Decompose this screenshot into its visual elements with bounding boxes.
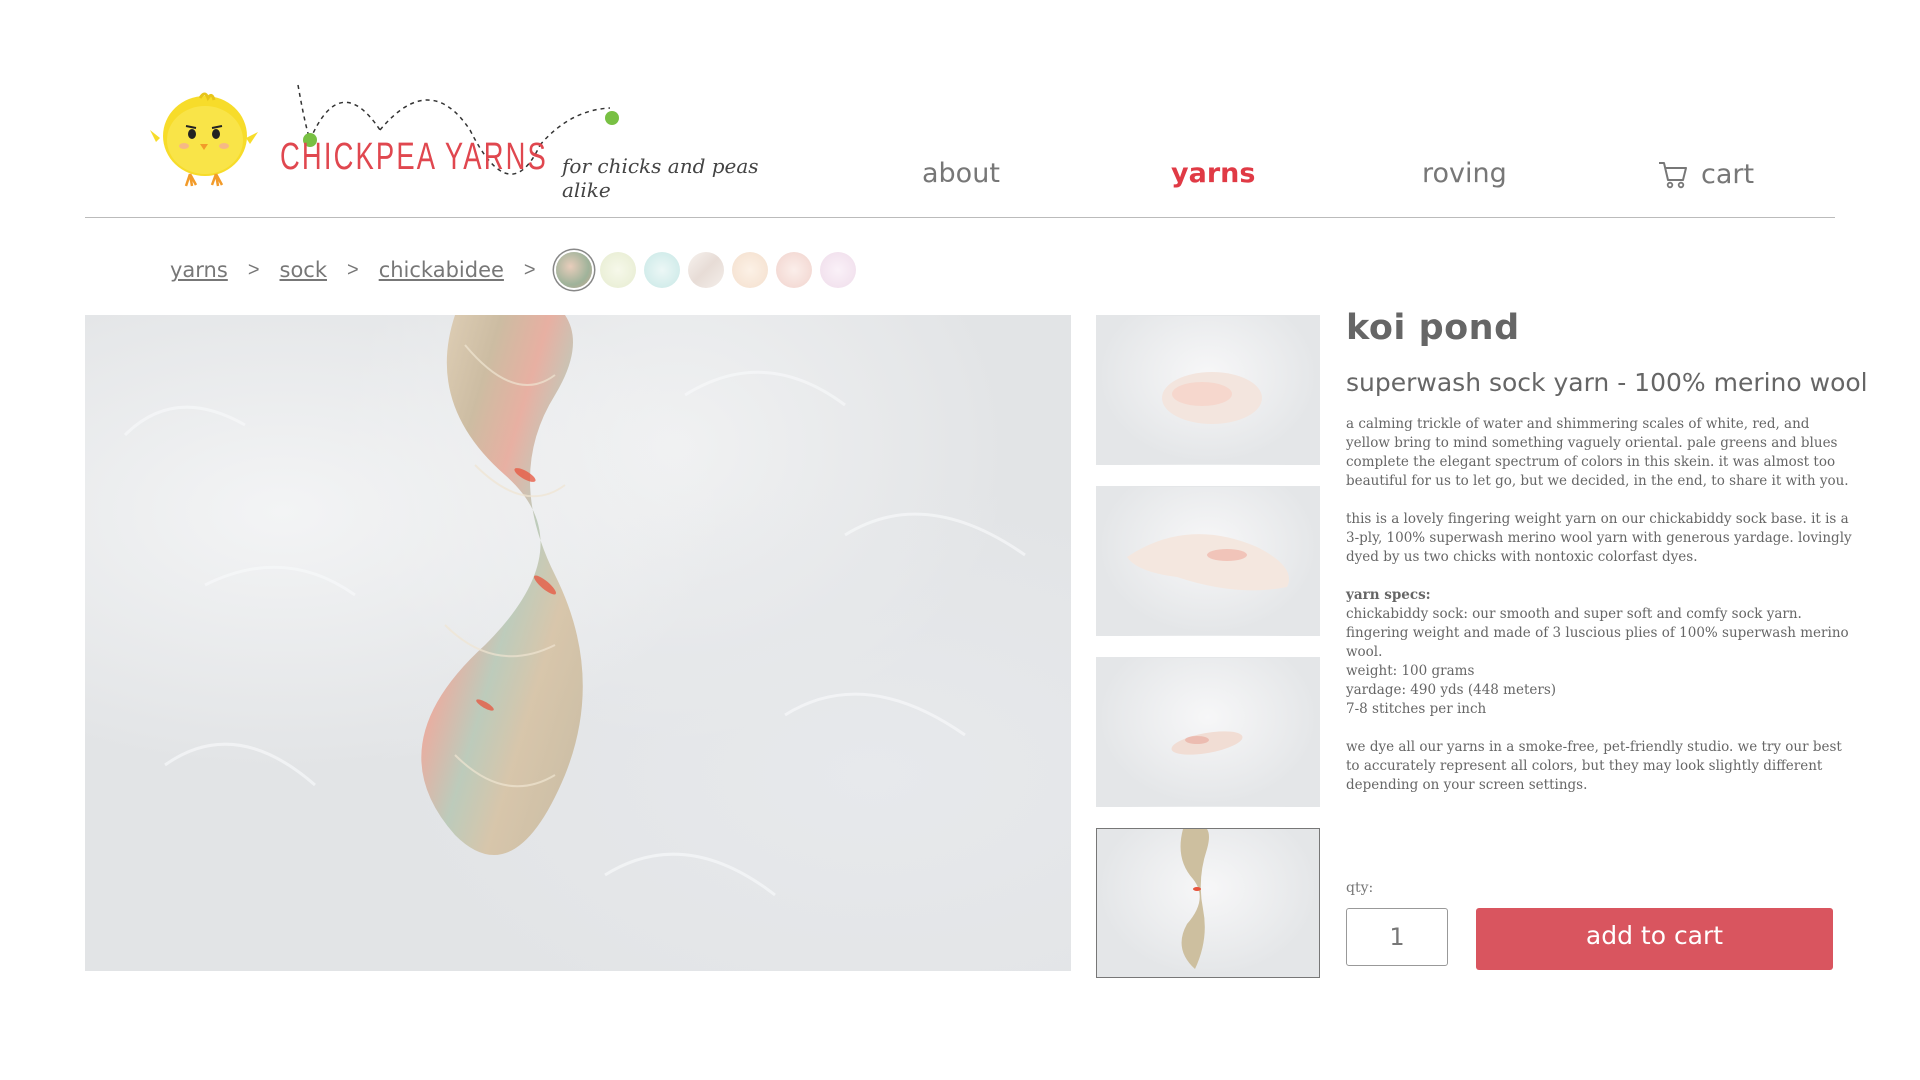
breadcrumb-separator: > [347, 258, 359, 281]
product-subtitle: superwash sock yarn - 100% merino wool [1346, 368, 1868, 397]
thumbnail-1[interactable] [1096, 315, 1320, 465]
swatch-2[interactable] [599, 252, 636, 288]
yarn-spec-line: yardage: 490 yds (448 meters) [1346, 682, 1557, 698]
breadcrumb-separator: > [247, 258, 260, 281]
breadcrumb-separator: > [523, 258, 536, 281]
breadcrumb: yarns > sock > chickabidee > [170, 250, 856, 290]
header-divider [85, 217, 1835, 218]
product-info: koi pond superwash sock yarn - 100% meri… [1346, 308, 1868, 814]
yarn-spec-line: weight: 100 grams [1346, 663, 1475, 679]
nav-roving[interactable]: roving [1422, 158, 1507, 189]
qty-input[interactable] [1346, 908, 1448, 966]
colorway-swatches [555, 252, 856, 288]
product-main-image[interactable] [85, 315, 1071, 971]
nav-cart-label: cart [1701, 158, 1755, 190]
breadcrumb-chickabidee[interactable]: chickabidee [379, 258, 504, 282]
yarn-specs: yarn specs: chickabiddy sock: our smooth… [1346, 586, 1856, 719]
thumbnail-3[interactable] [1096, 657, 1320, 807]
product-disclaimer: we dye all our yarns in a smoke-free, pe… [1346, 739, 1842, 793]
swatch-koi-pond[interactable] [555, 252, 592, 288]
thumbnail-image [1162, 372, 1262, 424]
thumbnail-2[interactable] [1096, 486, 1320, 636]
swatch-6[interactable] [775, 252, 812, 288]
product-page: CHICKPEA YARNS for chicks and peas alike… [0, 0, 1920, 1080]
thumbnail-image [1171, 731, 1243, 755]
thumbnail-4[interactable] [1096, 828, 1320, 978]
thumbnail-image [1127, 534, 1289, 591]
breadcrumb-yarns[interactable]: yarns [170, 258, 228, 282]
cart-icon [1659, 162, 1687, 189]
breadcrumb-sock[interactable]: sock [280, 258, 328, 282]
yarn-spec-line: chickabiddy sock: our smooth and super s… [1346, 606, 1849, 660]
thumbnail-image [1180, 829, 1209, 969]
swatch-4[interactable] [687, 252, 724, 288]
main-nav: about yarns roving cart [0, 158, 1920, 198]
swatch-5[interactable] [731, 252, 768, 288]
product-description-2: this is a lovely fingering weight yarn o… [1346, 511, 1852, 565]
add-to-cart-button[interactable]: add to cart [1476, 908, 1833, 970]
nav-cart[interactable]: cart [1657, 158, 1754, 190]
yarn-specs-title: yarn specs: [1346, 587, 1431, 603]
yarn-skein-photo [123, 315, 1026, 897]
nav-yarns[interactable]: yarns [1171, 158, 1255, 189]
qty-label: qty: [1346, 880, 1374, 896]
product-description-1: a calming trickle of water and shimmerin… [1346, 416, 1849, 489]
nav-about[interactable]: about [922, 158, 1000, 189]
swatch-7[interactable] [819, 252, 856, 288]
product-thumbnails [1096, 315, 1320, 999]
yarn-spec-line: 7-8 stitches per inch [1346, 701, 1487, 717]
swatch-3[interactable] [643, 252, 680, 288]
product-title: koi pond [1346, 308, 1520, 348]
